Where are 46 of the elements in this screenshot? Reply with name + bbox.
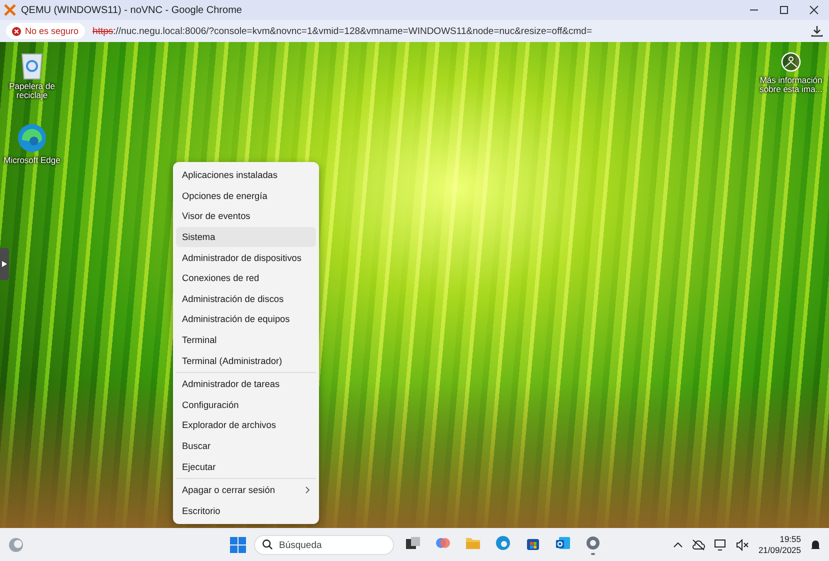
chevron-icon: [305, 486, 310, 494]
desktop-icon-label: Microsoft Edge: [4, 156, 60, 166]
menu-item[interactable]: Aplicaciones instaladas: [176, 165, 316, 186]
menu-item[interactable]: Administración de equipos: [176, 309, 316, 330]
menu-item[interactable]: Sistema: [176, 226, 316, 248]
overlapping-squares-icon[interactable]: [405, 534, 421, 550]
maximize-icon: [779, 5, 789, 15]
address-field[interactable]: https://nuc.negu.local:8006/?console=kvm&novnc=1&vmid=128&vmname=WINDOWS11&node=nuc&resize=off&cmd=: [92, 26, 803, 36]
clock-time: 19:55: [780, 534, 801, 544]
menu-item[interactable]: Buscar: [176, 436, 316, 456]
security-chip[interactable]: No es seguro: [6, 23, 85, 39]
chevron-up-icon[interactable]: [673, 540, 684, 550]
cloud-off-icon[interactable]: [692, 538, 706, 550]
menu-item[interactable]: Administrador de tareas: [176, 374, 316, 395]
settings-icon[interactable]: [585, 534, 601, 550]
window-title: QEMU (WINDOWS11) - noVNC - Google Chrome: [21, 4, 243, 16]
search-icon: [262, 539, 273, 550]
edge-icon[interactable]: [16, 122, 48, 154]
speaker-muted-icon[interactable]: [736, 538, 750, 550]
desktop-icon-label: Papelera de reciclaje: [8, 82, 56, 101]
spotlight-label[interactable]: Más información sobre esta ima...: [755, 76, 827, 95]
menu-item[interactable]: Escritorio: [176, 500, 316, 522]
edge-icon[interactable]: [495, 534, 511, 550]
clock-date: 21/09/2025: [758, 544, 801, 555]
menu-item[interactable]: Terminal (Administrador): [176, 350, 316, 371]
menu-item[interactable]: Opciones de energía: [176, 186, 316, 206]
menu-item[interactable]: Terminal: [176, 330, 316, 350]
download-icon[interactable]: [811, 25, 823, 37]
menu-item[interactable]: Administrador de dispositivos: [176, 247, 316, 268]
notification-bell-icon[interactable]: [810, 538, 821, 550]
close-icon: [809, 5, 819, 15]
search-field[interactable]: Búsqueda: [254, 535, 394, 555]
start-icon[interactable]: [230, 536, 246, 552]
menu-item[interactable]: Apagar o cerrar sesión: [176, 480, 316, 500]
mail-icon[interactable]: [555, 534, 571, 550]
menu-item[interactable]: Visor de eventos: [176, 206, 316, 227]
menu-item[interactable]: Conexiones de red: [176, 268, 316, 289]
monitor-icon[interactable]: [714, 538, 728, 550]
sidebar-handle[interactable]: [0, 248, 9, 280]
menu-item[interactable]: Administración de discos: [176, 288, 316, 310]
warning-icon: [12, 26, 21, 36]
running-indicator: [591, 552, 595, 554]
qemu-logo-icon: [4, 4, 16, 16]
menu-item[interactable]: Configuración: [176, 394, 316, 416]
menu-item[interactable]: Ejecutar: [176, 456, 316, 477]
menu-item[interactable]: Explorador de archivos: [176, 415, 316, 436]
